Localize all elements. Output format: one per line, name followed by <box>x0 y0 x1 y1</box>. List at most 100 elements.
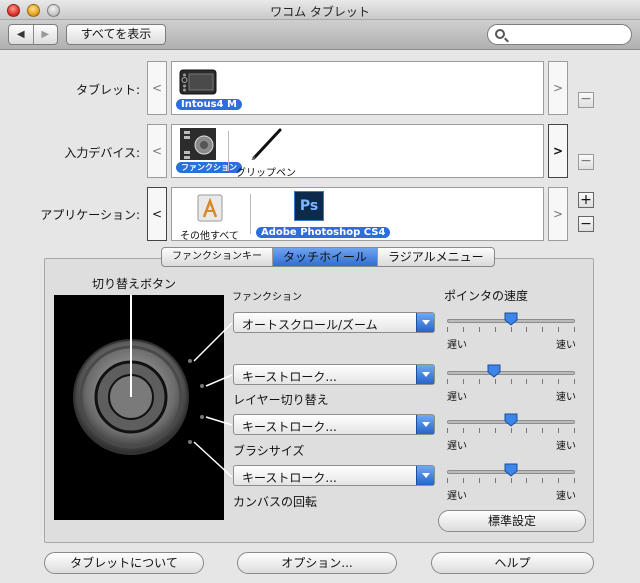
slider-knob-icon[interactable] <box>504 413 518 427</box>
touch-ring-function-3-select[interactable]: キーストローク... <box>233 414 435 435</box>
express-keys-icon <box>180 128 216 160</box>
window-title: ワコム タブレット <box>270 5 370 19</box>
slider-tick <box>495 379 496 384</box>
function-2-description: レイヤー切り替え <box>233 393 329 407</box>
application-list: その他すべて Ps Adobe Photoshop CS4 <box>171 187 544 242</box>
application-divider <box>250 194 251 234</box>
options-button[interactable]: オプション... <box>237 552 397 574</box>
wacom-tablet-window: ワコム タブレット ◀ ▶ すべてを表示 タブレット: < Intous4 M … <box>0 0 640 583</box>
slider-tick <box>479 379 480 384</box>
fast-label: 速い <box>556 491 576 502</box>
tab-express-keys[interactable]: ファンクションキー <box>162 248 272 266</box>
touch-ring-function-4-select[interactable]: キーストローク... <box>233 465 435 486</box>
slider-tick <box>495 428 496 433</box>
toolbar: ◀ ▶ すべてを表示 <box>0 20 640 50</box>
application-item-photoshop[interactable]: Ps Adobe Photoshop CS4 <box>254 191 391 239</box>
tablet-prev-button[interactable]: < <box>147 61 167 115</box>
input-device-item-grip-pen[interactable]: グリップペン <box>234 128 314 179</box>
input-device-item-grip-pen-label: グリップペン <box>236 168 296 179</box>
search-field[interactable] <box>487 24 632 45</box>
forward-button[interactable]: ▶ <box>32 25 58 44</box>
select-value: キーストローク... <box>242 420 337 434</box>
slider-tick <box>526 428 527 433</box>
input-device-remove-button[interactable]: − <box>578 154 594 170</box>
function-3-description: ブラシサイズ <box>233 444 305 458</box>
dropdown-arrow-icon <box>416 313 434 332</box>
tablet-next-button[interactable]: > <box>548 61 568 115</box>
select-value: オートスクロール/ズーム <box>242 318 378 332</box>
slow-label: 遅い <box>447 491 467 502</box>
slider-tick <box>542 478 543 483</box>
about-tablet-button[interactable]: タブレットについて <box>44 552 204 574</box>
touch-ring-function-1-select[interactable]: オートスクロール/ズーム <box>233 312 435 333</box>
toggle-button-label: 切り替えボタン <box>92 277 177 291</box>
slider-track <box>447 371 575 375</box>
tablet-item[interactable]: Intous4 M <box>174 65 242 113</box>
slider-tick <box>495 327 496 332</box>
slider-tick <box>526 327 527 332</box>
application-next-button[interactable]: > <box>548 187 568 241</box>
application-prev-button[interactable]: < <box>147 187 167 241</box>
application-item-photoshop-label: Adobe Photoshop CS4 <box>256 227 391 238</box>
tab-radial-menu[interactable]: ラジアルメニュー <box>377 248 494 266</box>
function-4-description: カンバスの回転 <box>233 495 318 509</box>
application-item-all-others[interactable]: その他すべて <box>178 191 248 242</box>
input-device-item-function[interactable]: ファンクション <box>174 128 242 176</box>
slider-tick <box>511 379 512 384</box>
tab-touch-ring[interactable]: タッチホイール <box>272 248 378 266</box>
application-add-button[interactable]: + <box>578 192 594 208</box>
tab-bar: ファンクションキー タッチホイール ラジアルメニュー <box>161 247 495 267</box>
slider-knob-icon[interactable] <box>504 312 518 326</box>
slider-tick <box>542 428 543 433</box>
slider-tick <box>511 428 512 433</box>
slider-tick <box>526 478 527 483</box>
touch-ring-function-2-select[interactable]: キーストローク... <box>233 364 435 385</box>
fast-label: 速い <box>556 392 576 403</box>
function-heading: ファンクション <box>232 292 302 303</box>
input-device-list: ファンクション グリップペン <box>171 124 544 179</box>
dropdown-arrow-icon <box>416 415 434 434</box>
select-value: キーストローク... <box>242 471 337 485</box>
photoshop-icon: Ps <box>294 191 324 221</box>
input-device-label: 入力デバイス: <box>64 146 140 160</box>
slider-tick <box>447 428 448 433</box>
input-device-prev-button[interactable]: < <box>147 124 167 178</box>
help-button[interactable]: ヘルプ <box>431 552 594 574</box>
dropdown-arrow-icon <box>416 466 434 485</box>
slider-tick <box>574 428 575 433</box>
title-bar: ワコム タブレット <box>0 0 640 20</box>
slider-tick <box>511 478 512 483</box>
application-remove-button[interactable]: − <box>578 216 594 232</box>
tablet-remove-button[interactable]: − <box>578 92 594 108</box>
back-button[interactable]: ◀ <box>9 25 33 44</box>
restore-defaults-button[interactable]: 標準設定 <box>438 510 586 532</box>
fast-label: 速い <box>556 441 576 452</box>
tablet-list: Intous4 M <box>171 61 544 115</box>
input-device-divider <box>228 131 229 171</box>
slider-tick <box>558 478 559 483</box>
pointer-speed-heading: ポインタの速度 <box>444 289 529 303</box>
tablet-label: タブレット: <box>75 83 140 97</box>
application-item-all-others-label: その他すべて <box>180 231 239 242</box>
slider-tick <box>558 327 559 332</box>
slider-tick <box>479 428 480 433</box>
slider-tick <box>574 478 575 483</box>
slider-tick <box>495 478 496 483</box>
slider-tick <box>574 379 575 384</box>
select-value: キーストローク... <box>242 370 337 384</box>
slider-tick <box>479 327 480 332</box>
slider-tick <box>511 327 512 332</box>
slider-tick <box>574 327 575 332</box>
input-device-next-button[interactable]: > <box>548 124 568 178</box>
dropdown-arrow-icon <box>416 365 434 384</box>
fast-label: 速い <box>556 340 576 351</box>
slow-label: 遅い <box>447 441 467 452</box>
slider-tick <box>558 428 559 433</box>
slider-tick <box>542 327 543 332</box>
show-all-button[interactable]: すべてを表示 <box>66 24 166 45</box>
slider-tick <box>526 379 527 384</box>
slider-knob-icon[interactable] <box>504 463 518 477</box>
grip-pen-icon <box>251 128 282 160</box>
slider-knob-icon[interactable] <box>487 364 501 378</box>
slider-tick <box>463 379 464 384</box>
